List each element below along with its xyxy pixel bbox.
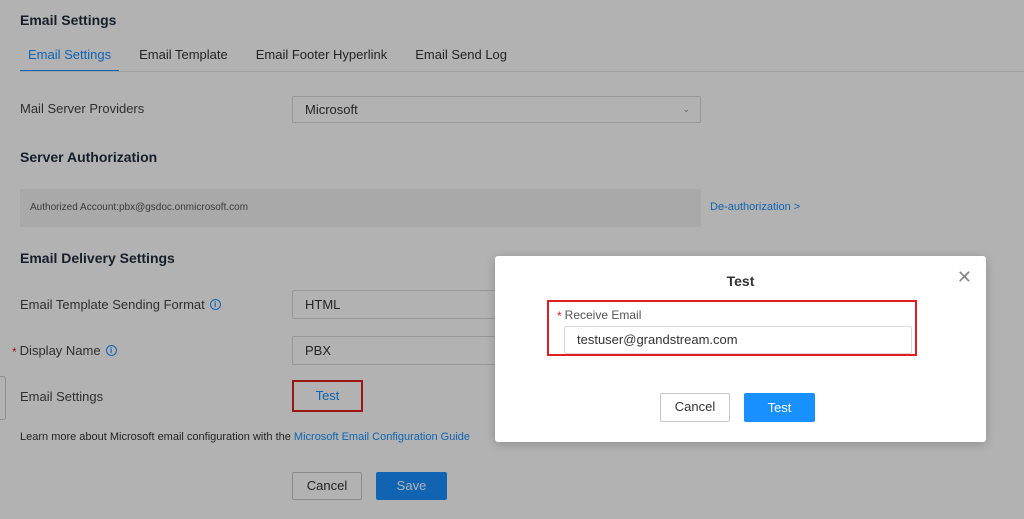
modal-cancel-button[interactable]: Cancel: [660, 393, 730, 422]
required-marker: *: [557, 309, 562, 323]
modal-test-button[interactable]: Test: [744, 393, 815, 422]
receive-email-input[interactable]: testuser@grandstream.com: [564, 326, 912, 354]
receive-email-label-text: Receive Email: [564, 308, 642, 322]
modal-title: Test: [726, 273, 755, 289]
receive-email-label: * Receive Email: [557, 308, 642, 323]
close-icon[interactable]: ✕: [957, 268, 972, 286]
test-modal: Test ✕ * Receive Email testuser@grandstr…: [495, 256, 986, 442]
